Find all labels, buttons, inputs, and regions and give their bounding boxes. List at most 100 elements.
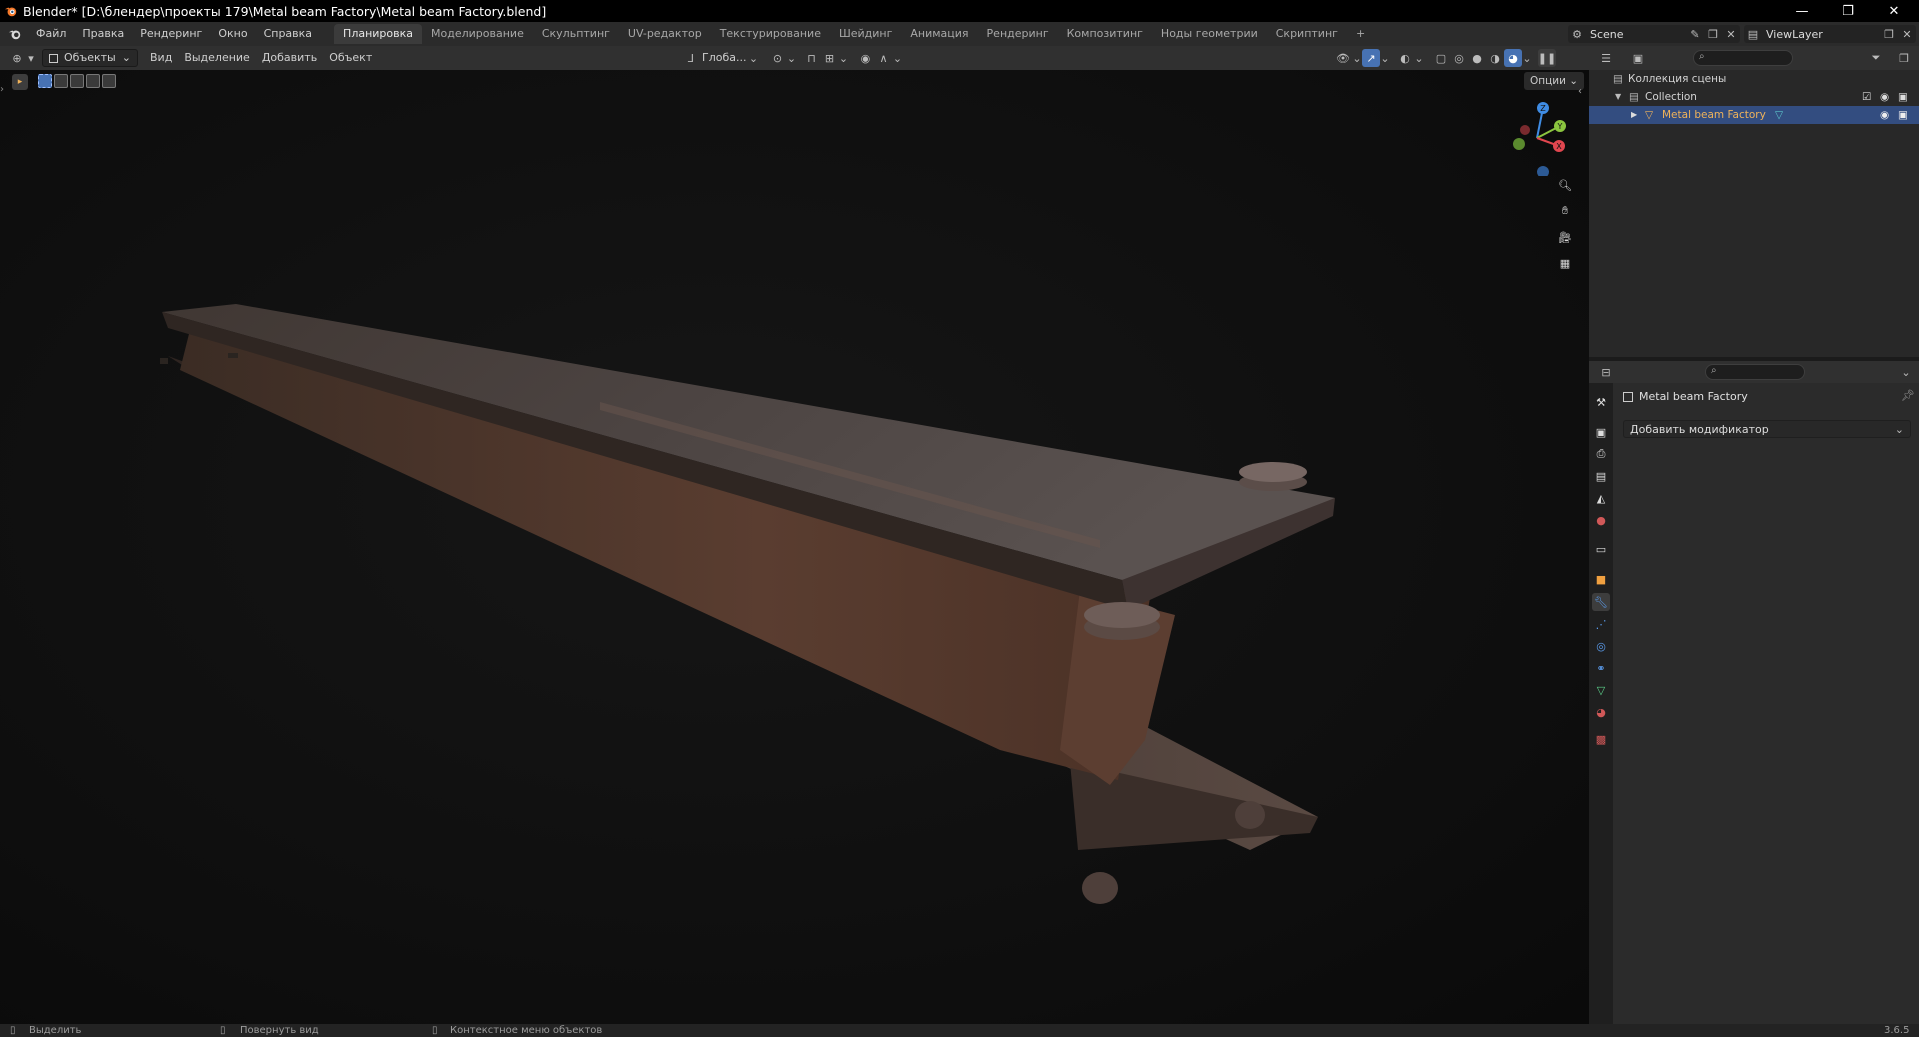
- world-tab-icon[interactable]: ●: [1592, 511, 1610, 529]
- menu-window[interactable]: Окно: [210, 22, 255, 46]
- tab-shading[interactable]: Шейдинг: [830, 24, 901, 44]
- new-scene-icon[interactable]: ❐: [1704, 25, 1722, 43]
- menu-edit[interactable]: Правка: [74, 22, 132, 46]
- remove-viewlayer-icon[interactable]: ✕: [1898, 25, 1916, 43]
- blender-menu-icon[interactable]: [8, 27, 22, 41]
- tab-layout[interactable]: Планировка: [334, 24, 423, 44]
- new-collection-icon[interactable]: ❐: [1895, 49, 1913, 67]
- zoom-icon[interactable]: 🔍︎: [1556, 176, 1574, 194]
- tab-rendering[interactable]: Рендеринг: [978, 24, 1058, 44]
- view-layer-tab-icon[interactable]: ▤: [1592, 467, 1610, 485]
- viewlayer-name: ViewLayer: [1766, 27, 1823, 41]
- close-icon[interactable]: ✕: [1871, 0, 1917, 22]
- physics-tab-icon[interactable]: ◎: [1592, 637, 1610, 655]
- wireframe-shading-icon[interactable]: ◎: [1450, 49, 1468, 67]
- material-tab-icon[interactable]: ◕: [1592, 703, 1610, 721]
- pin-icon[interactable]: 📌︎: [1901, 389, 1915, 402]
- overlay-toggle-icon[interactable]: ◐: [1396, 49, 1414, 67]
- output-tab-icon[interactable]: ⎙: [1592, 445, 1610, 463]
- expand-arrow-icon[interactable]: ▼: [1615, 88, 1621, 106]
- gizmo-neg-x[interactable]: [1520, 125, 1530, 135]
- expand-arrow-icon[interactable]: ▶: [1631, 106, 1637, 124]
- outliner-editor-type-icon[interactable]: ☰: [1597, 49, 1615, 67]
- outliner-row-scene-collection[interactable]: ▤ Коллекция сцены: [1589, 70, 1919, 88]
- pivot-point-icon[interactable]: ⊙: [768, 49, 786, 67]
- snap-icon[interactable]: ⊓: [802, 49, 820, 67]
- tab-sculpting[interactable]: Скульптинг: [533, 24, 619, 44]
- chevron-down-icon[interactable]: ⌄: [1897, 363, 1915, 381]
- menu-add[interactable]: Добавить: [256, 49, 323, 67]
- mode-selector[interactable]: Объекты ⌄: [42, 49, 138, 67]
- bolt-bottom-right: [1235, 801, 1265, 829]
- pin-icon[interactable]: ✎: [1686, 25, 1704, 43]
- material-shading-icon[interactable]: ◑: [1486, 49, 1504, 67]
- menu-select[interactable]: Выделение: [178, 49, 256, 67]
- transform-orientation-dropdown[interactable]: Глоба...: [700, 49, 748, 67]
- render-camera-icon[interactable]: ▣: [1898, 88, 1908, 106]
- add-modifier-dropdown[interactable]: Добавить модификатор ⌄: [1623, 420, 1911, 438]
- scene-selector[interactable]: ⚙ Scene ✎ ❐ ✕: [1568, 25, 1740, 43]
- eye-icon[interactable]: ◉: [1880, 88, 1889, 106]
- tab-animation[interactable]: Анимация: [901, 24, 977, 44]
- restore-icon[interactable]: ❐: [1825, 0, 1871, 22]
- remove-scene-icon[interactable]: ✕: [1722, 25, 1740, 43]
- outliner-row-metal-beam[interactable]: ▶ ▽ Metal beam Factory ▽ ◉ ▣: [1589, 106, 1919, 124]
- tab-compositing[interactable]: Композитинг: [1058, 24, 1152, 44]
- rendered-shading-icon[interactable]: ◕: [1504, 49, 1522, 67]
- data-tab-icon[interactable]: ▽: [1592, 681, 1610, 699]
- gizmo-neg-z[interactable]: [1537, 166, 1549, 176]
- menu-help[interactable]: Справка: [256, 22, 320, 46]
- tab-geometry-nodes[interactable]: Ноды геометрии: [1152, 24, 1267, 44]
- pause-render-icon[interactable]: ❚❚: [1538, 49, 1556, 67]
- filter-icon[interactable]: ⏷: [1867, 49, 1885, 67]
- eye-icon[interactable]: ◉: [1880, 106, 1889, 124]
- 3d-viewport[interactable]: ▸ Опции ⌄ › ‹ Z Y X 🔍︎ ✋︎ 🎥︎ ▦: [0, 70, 1589, 1024]
- menu-render[interactable]: Рендеринг: [132, 22, 210, 46]
- pan-hand-icon[interactable]: ✋︎: [1556, 202, 1574, 220]
- modifiers-tab-icon[interactable]: 🔧︎: [1592, 593, 1610, 611]
- menu-view[interactable]: Вид: [144, 49, 178, 67]
- grid-perspective-icon[interactable]: ▦: [1556, 254, 1574, 272]
- collection-tab-icon[interactable]: ▭: [1592, 540, 1610, 558]
- tab-uv-editing[interactable]: UV-редактор: [619, 24, 711, 44]
- tab-texture-paint[interactable]: Текстурирование: [711, 24, 830, 44]
- visibility-icon[interactable]: 👁: [1334, 49, 1352, 67]
- properties-editor-type-icon[interactable]: ⊟: [1597, 363, 1615, 381]
- proportional-edit-icon[interactable]: ◉: [856, 49, 874, 67]
- constraints-tab-icon[interactable]: ⚭: [1592, 659, 1610, 677]
- object-tab-icon[interactable]: ■: [1592, 570, 1610, 588]
- add-workspace-button[interactable]: +: [1347, 24, 1374, 44]
- scene-tab-icon[interactable]: ◭: [1592, 489, 1610, 507]
- scene-collection-label: Коллекция сцены: [1628, 73, 1727, 85]
- xray-icon[interactable]: ▢: [1432, 49, 1450, 67]
- chevron-down-icon: ⌄: [1352, 51, 1362, 65]
- menu-file[interactable]: Файл: [28, 22, 74, 46]
- tab-modeling[interactable]: Моделирование: [422, 24, 533, 44]
- camera-icon[interactable]: 🎥︎: [1556, 228, 1574, 246]
- gizmo-toggle-icon[interactable]: ↗: [1362, 49, 1380, 67]
- outliner-search-input[interactable]: ⌕: [1693, 50, 1793, 66]
- falloff-icon[interactable]: ∧: [874, 49, 892, 67]
- gizmo-neg-y[interactable]: [1513, 138, 1525, 150]
- viewlayer-selector[interactable]: ▤ ViewLayer ❐ ✕: [1744, 25, 1916, 43]
- render-camera-icon[interactable]: ▣: [1898, 106, 1908, 124]
- render-tab-icon[interactable]: ▣: [1592, 423, 1610, 441]
- solid-shading-icon[interactable]: ●: [1468, 49, 1486, 67]
- editor-type-icon[interactable]: ⊕: [8, 49, 26, 67]
- mesh-data-icon[interactable]: ▽: [1775, 106, 1783, 124]
- display-mode-icon[interactable]: ▣: [1629, 49, 1647, 67]
- checkbox-icon[interactable]: ☑: [1862, 88, 1871, 106]
- minimize-icon[interactable]: —: [1779, 0, 1825, 22]
- texture-tab-icon[interactable]: ▩: [1592, 730, 1610, 748]
- tool-tab-icon[interactable]: ⚒: [1592, 393, 1610, 411]
- tab-scripting[interactable]: Скриптинг: [1267, 24, 1347, 44]
- particles-tab-icon[interactable]: ⋰: [1592, 615, 1610, 633]
- properties-search-input[interactable]: ⌕: [1705, 364, 1805, 380]
- menu-object[interactable]: Объект: [323, 49, 378, 67]
- search-icon: ⌕: [1699, 51, 1705, 62]
- snap-target-icon[interactable]: ⊞: [820, 49, 838, 67]
- outliner-row-collection[interactable]: ▼ ▤ Collection ☑ ◉ ▣: [1589, 88, 1919, 106]
- metal-beam-model[interactable]: [0, 70, 1589, 1024]
- new-viewlayer-icon[interactable]: ❐: [1880, 25, 1898, 43]
- navigation-gizmo[interactable]: Z Y X: [1502, 100, 1572, 176]
